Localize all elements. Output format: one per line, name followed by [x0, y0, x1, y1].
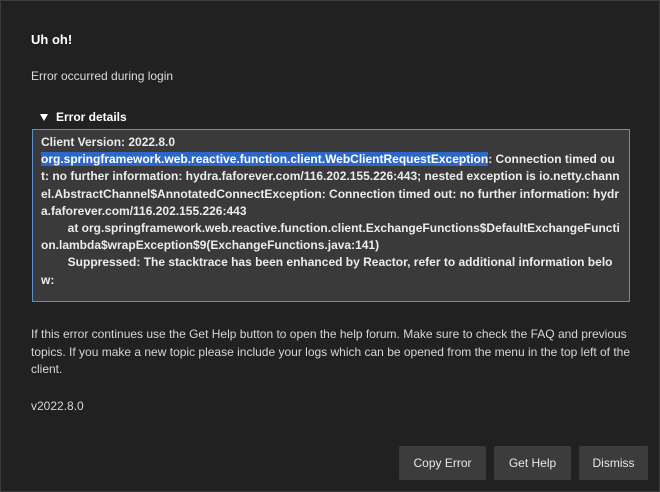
error-message: Error occurred during login	[31, 69, 174, 83]
copy-error-button[interactable]: Copy Error	[399, 446, 486, 480]
details-stacktrace: : Connection timed out: no further infor…	[41, 152, 620, 287]
error-details-toggle[interactable]: Error details	[40, 110, 127, 124]
details-selected-text: org.springframework.web.reactive.functio…	[41, 152, 489, 167]
dismiss-button[interactable]: Dismiss	[579, 446, 648, 480]
error-details-content: Client Version: 2022.8.0 org.springframe…	[41, 134, 621, 289]
client-version: v2022.8.0	[31, 399, 84, 413]
error-dialog: Uh oh! Error occurred during login Error…	[0, 0, 660, 492]
error-details-textarea[interactable]: Client Version: 2022.8.0 org.springframe…	[32, 129, 630, 302]
triangle-down-icon	[40, 113, 48, 121]
dialog-title: Uh oh!	[31, 32, 73, 47]
help-text: If this error continues use the Get Help…	[31, 327, 631, 376]
get-help-button[interactable]: Get Help	[494, 446, 571, 480]
details-version-line: Client Version: 2022.8.0	[41, 135, 176, 149]
error-details-label: Error details	[56, 110, 127, 124]
